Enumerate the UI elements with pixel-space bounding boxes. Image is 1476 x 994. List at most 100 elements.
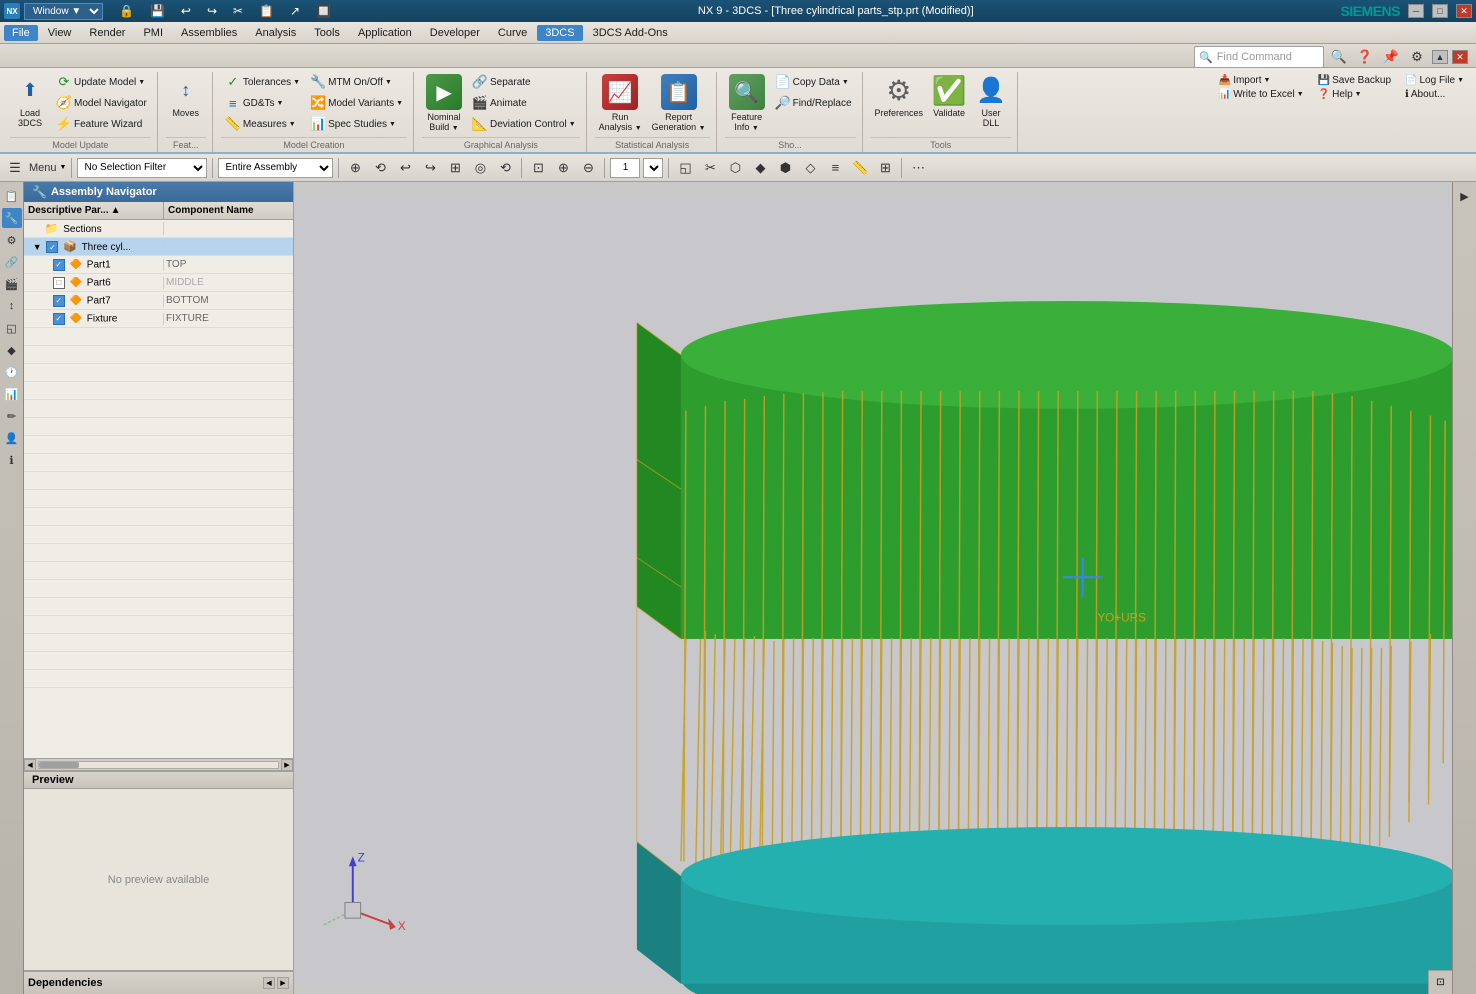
menu-item-analysis[interactable]: Analysis: [247, 25, 304, 41]
help-button[interactable]: ❓ Help ▼: [1314, 88, 1395, 101]
sidebar-edit[interactable]: ✏: [2, 406, 22, 426]
sidebar-info[interactable]: ℹ: [2, 450, 22, 470]
reset-button[interactable]: ⟲: [494, 157, 516, 179]
sidebar-user[interactable]: 👤: [2, 428, 22, 448]
dep-scroll-left[interactable]: ◀: [263, 977, 275, 989]
view-button[interactable]: ↩: [394, 157, 416, 179]
run-analysis-button[interactable]: 📈 RunAnalysis ▼: [595, 72, 646, 134]
feature-wizard-button[interactable]: ⚡ Feature Wizard: [52, 114, 151, 134]
spec-studies-button[interactable]: 📊 Spec Studies ▼: [306, 114, 407, 134]
fixture-checkbox[interactable]: ✓: [53, 313, 65, 325]
measure-btn[interactable]: 📏: [849, 157, 871, 179]
zoom-level-input[interactable]: [610, 158, 640, 178]
moves-button[interactable]: ↕ Moves: [166, 72, 206, 120]
zoom-in-button[interactable]: ⊕: [552, 157, 574, 179]
copy-data-button[interactable]: 📄 Copy Data ▼: [771, 72, 856, 92]
settings-button[interactable]: ⚙: [1406, 46, 1428, 68]
find-replace-button[interactable]: 🔎 Find/Replace: [771, 93, 856, 113]
viewport[interactable]: YO+URS Z X ⊡: [294, 182, 1452, 994]
render-style-button[interactable]: ◎: [469, 157, 491, 179]
load-3dcs-button[interactable]: ⬆ Load3DCS: [10, 72, 50, 130]
feature-info-button[interactable]: 🔍 FeatureInfo ▼: [725, 72, 769, 134]
menu-item-application[interactable]: Application: [350, 25, 420, 41]
pattern-btn[interactable]: ⊞: [874, 157, 896, 179]
menu-item-view[interactable]: View: [40, 25, 80, 41]
sidebar-table[interactable]: 📊: [2, 384, 22, 404]
tree-row-sections[interactable]: 📁 Sections: [24, 220, 293, 238]
pin-button[interactable]: 📌: [1380, 46, 1402, 68]
save-backup-button[interactable]: 💾 Save Backup: [1314, 74, 1395, 87]
scroll-right-arrow[interactable]: ▶: [281, 759, 293, 771]
menu-item-3dcs-addons[interactable]: 3DCS Add-Ons: [585, 25, 676, 41]
selection-filter-dropdown[interactable]: No Selection Filter: [77, 158, 207, 178]
menu-item-3dcs[interactable]: 3DCS: [537, 25, 582, 41]
write-excel-button[interactable]: 📊 Write to Excel ▼: [1215, 88, 1308, 101]
wireframe-button[interactable]: ⬡: [724, 157, 746, 179]
window-dropdown[interactable]: Window ▼: [24, 3, 103, 20]
tree-row-part1[interactable]: ✓ 🔶 Part1 TOP: [24, 256, 293, 274]
tree-row-assembly[interactable]: ▼ ✓ 📦 Three cyl...: [24, 238, 293, 256]
scroll-track[interactable]: [38, 761, 279, 769]
close-button[interactable]: ✕: [1456, 4, 1472, 18]
more-button[interactable]: ⋯: [907, 157, 929, 179]
model-variants-button[interactable]: 🔀 Model Variants ▼: [306, 93, 407, 113]
separate-button[interactable]: 🔗 Separate: [468, 72, 580, 92]
sidebar-deform[interactable]: ◆: [2, 340, 22, 360]
maximize-button[interactable]: □: [1432, 4, 1448, 18]
sidebar-sequence[interactable]: 🎬: [2, 274, 22, 294]
log-file-button[interactable]: 📄 Log File ▼: [1401, 74, 1468, 87]
ribbon-close[interactable]: ✕: [1452, 50, 1468, 64]
model-navigator-button[interactable]: 🧭 Model Navigator: [52, 93, 151, 113]
right-sidebar-expand[interactable]: ▶: [1455, 186, 1475, 206]
rotate-button[interactable]: ⟲: [369, 157, 391, 179]
display-button[interactable]: ⊞: [444, 157, 466, 179]
menu-item-render[interactable]: Render: [81, 25, 133, 41]
col-header-descriptive[interactable]: Descriptive Par... ▲: [24, 202, 164, 219]
section-button[interactable]: ◱: [674, 157, 696, 179]
validate-button[interactable]: ✅ Validate: [929, 72, 969, 120]
col-header-component[interactable]: Component Name: [164, 202, 293, 219]
sidebar-clock[interactable]: 🕐: [2, 362, 22, 382]
sidebar-history[interactable]: 📋: [2, 186, 22, 206]
zoom-out-button[interactable]: ⊖: [577, 157, 599, 179]
nominal-build-button[interactable]: ▶ NominalBuild ▼: [422, 72, 466, 134]
find-command-input[interactable]: 🔍 Find Command: [1194, 46, 1324, 68]
report-generation-button[interactable]: 📋 ReportGeneration ▼: [648, 72, 710, 134]
part6-checkbox[interactable]: □: [53, 277, 65, 289]
view-orient-button[interactable]: ↪: [419, 157, 441, 179]
menu-item-file[interactable]: File: [4, 25, 38, 41]
update-model-button[interactable]: ⟳ Update Model ▼: [52, 72, 151, 92]
scrollbar-h[interactable]: ◀ ▶: [24, 758, 293, 770]
menu-item-tools[interactable]: Tools: [306, 25, 348, 41]
zoom-fit-button[interactable]: ⊡: [527, 157, 549, 179]
zoom-level-dropdown[interactable]: ▼: [643, 158, 663, 178]
deviation-control-button[interactable]: 📐 Deviation Control ▼: [468, 114, 580, 134]
dep-scroll-right[interactable]: ▶: [277, 977, 289, 989]
menu-icon-btn[interactable]: ☰: [4, 157, 26, 179]
assembly-scope-dropdown[interactable]: Entire Assembly: [218, 158, 333, 178]
gdts-button[interactable]: ≡ GD&Ts ▼: [221, 93, 304, 113]
assembly-checkbox[interactable]: ✓: [46, 241, 58, 253]
menu-item-developer[interactable]: Developer: [422, 25, 488, 41]
animate-button[interactable]: 🎬 Animate: [468, 93, 580, 113]
ribbon-minimize[interactable]: ▲: [1432, 50, 1448, 64]
preferences-button[interactable]: ⚙ Preferences: [871, 72, 928, 120]
measures-button[interactable]: 📏 Measures ▼: [221, 114, 304, 134]
about-button[interactable]: ℹ About...: [1401, 88, 1468, 101]
sidebar-constraints[interactable]: 🔗: [2, 252, 22, 272]
help-search-button[interactable]: ❓: [1354, 46, 1376, 68]
layer-button[interactable]: ≡: [824, 157, 846, 179]
user-dll-button[interactable]: 👤 UserDLL: [971, 72, 1011, 130]
sidebar-motion[interactable]: ↕: [2, 296, 22, 316]
part7-checkbox[interactable]: ✓: [53, 295, 65, 307]
shaded-button[interactable]: ◆: [749, 157, 771, 179]
tree-row-fixture[interactable]: ✓ 🔶 Fixture FIXTURE: [24, 310, 293, 328]
tree-row-part6[interactable]: □ 🔶 Part6 MIDDLE: [24, 274, 293, 292]
search-button[interactable]: 🔍: [1328, 46, 1350, 68]
snap-button[interactable]: ⊕: [344, 157, 366, 179]
menu-item-assemblies[interactable]: Assemblies: [173, 25, 245, 41]
menu-item-pmi[interactable]: PMI: [135, 25, 171, 41]
scroll-thumb[interactable]: [39, 762, 79, 768]
part1-checkbox[interactable]: ✓: [53, 259, 65, 271]
transparency-button[interactable]: ◇: [799, 157, 821, 179]
